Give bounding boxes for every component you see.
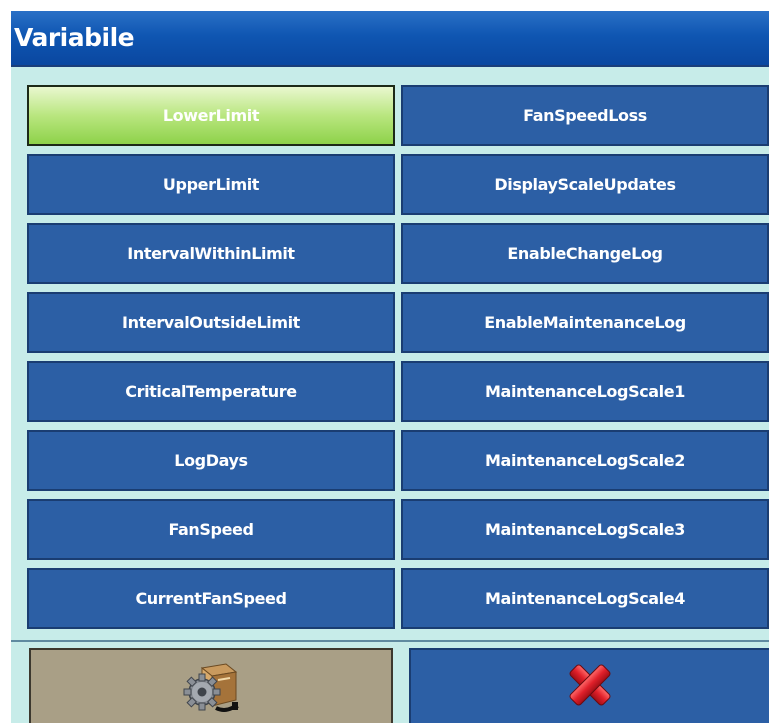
- bottom-divider: [11, 640, 769, 642]
- variable-button-critical-temperature[interactable]: CriticalTemperature: [27, 361, 395, 422]
- content-area: LowerLimit FanSpeedLoss UpperLimit Displ…: [11, 67, 769, 723]
- variable-button-maintenance-log-scale-4[interactable]: MaintenanceLogScale4: [401, 568, 769, 629]
- variable-button-lower-limit[interactable]: LowerLimit: [27, 85, 395, 146]
- red-x-close-icon: [564, 659, 616, 715]
- variable-button-interval-within-limit[interactable]: IntervalWithinLimit: [27, 223, 395, 284]
- variable-button-fan-speed-loss[interactable]: FanSpeedLoss: [401, 85, 769, 146]
- variable-button-display-scale-updates[interactable]: DisplayScaleUpdates: [401, 154, 769, 215]
- variable-button-enable-change-log[interactable]: EnableChangeLog: [401, 223, 769, 284]
- variable-button-enable-maintenance-log[interactable]: EnableMaintenanceLog: [401, 292, 769, 353]
- title-bar: Variabile: [11, 11, 769, 67]
- variable-button-maintenance-log-scale-3[interactable]: MaintenanceLogScale3: [401, 499, 769, 560]
- page-title: Variabile: [14, 23, 135, 52]
- variable-grid: LowerLimit FanSpeedLoss UpperLimit Displ…: [27, 85, 769, 634]
- cancel-button[interactable]: [409, 648, 769, 723]
- variable-selection-screen: Variabile LowerLimit FanSpeedLoss UpperL…: [0, 0, 769, 723]
- variable-button-interval-outside-limit[interactable]: IntervalOutsideLimit: [27, 292, 395, 353]
- setup-gear-box-icon: [182, 656, 240, 718]
- variable-button-current-fan-speed[interactable]: CurrentFanSpeed: [27, 568, 395, 629]
- variable-button-log-days[interactable]: LogDays: [27, 430, 395, 491]
- variable-button-maintenance-log-scale-1[interactable]: MaintenanceLogScale1: [401, 361, 769, 422]
- variable-button-maintenance-log-scale-2[interactable]: MaintenanceLogScale2: [401, 430, 769, 491]
- setup-button[interactable]: [29, 648, 393, 723]
- variable-button-fan-speed[interactable]: FanSpeed: [27, 499, 395, 560]
- variable-button-upper-limit[interactable]: UpperLimit: [27, 154, 395, 215]
